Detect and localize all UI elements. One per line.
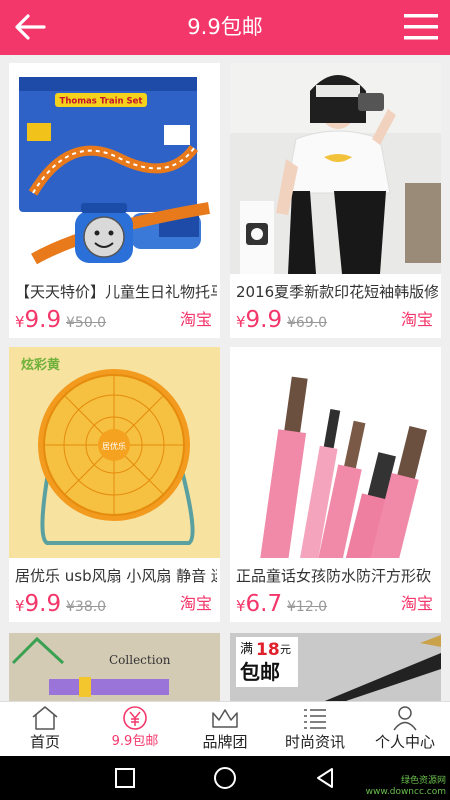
product-card-partial[interactable]: Collection (9, 633, 220, 701)
badge-prefix: 满 (240, 642, 253, 657)
tab-home[interactable]: 首页 (0, 702, 90, 757)
tab-label: 首页 (29, 733, 60, 751)
product-name: 2016夏季新款印花短袖韩版修 (236, 283, 438, 301)
platform-tag: 淘宝 (400, 594, 433, 613)
product-price: ¥6.7 (236, 591, 282, 619)
currency-symbol: ¥ (236, 313, 246, 331)
product-image-eyebrow-pencils (230, 347, 441, 558)
currency-symbol: ¥ (15, 597, 25, 615)
product-name: 正品童话女孩防水防汗方形砍 (236, 567, 432, 585)
watermark-line2: www.downcc.com (365, 787, 446, 797)
price-value: 9.9 (24, 591, 62, 617)
original-price: ¥38.0 (66, 599, 107, 615)
crown-icon (212, 709, 238, 728)
train-box-title: Thomas Train Set (60, 97, 143, 107)
product-price: ¥9.9 (236, 307, 282, 335)
watermark-line1: 绿色资源网 (400, 776, 446, 786)
product-card-partial[interactable]: 满 18 元 包邮 (230, 633, 441, 701)
badge-number: 18 (256, 640, 280, 660)
product-price: ¥9.9 (15, 307, 61, 335)
screen: 9.9包邮 Thomas Train Set 【天天特价】儿童生日礼物托 ¥9.… (0, 0, 450, 800)
tab-free-shipping[interactable]: 9.9包邮 (90, 702, 180, 757)
price-value: 6.7 (245, 591, 283, 617)
bottom-tab-bar: 首页 9.9包邮 品牌团 时尚资讯 个人中心 (0, 701, 450, 756)
collection-text: Collection (109, 653, 171, 667)
product-image-tshirt (230, 63, 441, 274)
hamburger-menu-icon[interactable] (404, 11, 438, 43)
platform-tag: 淘宝 (400, 310, 433, 329)
badge-main: 包邮 (240, 660, 280, 684)
product-name: 【天天特价】儿童生日礼物托马斯 (15, 283, 217, 301)
tab-label: 个人中心 (374, 733, 435, 751)
page-title: 9.9包邮 (187, 15, 263, 39)
yen-circle-icon (123, 706, 147, 730)
original-price: ¥50.0 (66, 315, 107, 331)
product-image-collection: Collection (9, 633, 220, 701)
original-price: ¥69.0 (287, 315, 328, 331)
product-name: 居优乐 usb风扇 小风扇 静音 迷 (15, 567, 217, 585)
product-card[interactable]: 正品童话女孩防水防汗方形砍 ¥6.7 ¥12.0 淘宝 (230, 347, 441, 622)
home-icon (32, 706, 58, 730)
tab-fashion-news[interactable]: 时尚资讯 (270, 702, 360, 757)
product-image-fan: 炫彩黄 居优乐 (9, 347, 220, 558)
original-price: ¥12.0 (287, 599, 328, 615)
tab-label: 品牌团 (202, 733, 248, 751)
circle-home-icon[interactable] (213, 766, 237, 790)
product-image-free-shipping: 满 18 元 包邮 (230, 633, 441, 701)
tab-label: 时尚资讯 (284, 733, 345, 751)
fan-color-label: 炫彩黄 (21, 357, 60, 373)
product-image-train: Thomas Train Set (9, 63, 220, 274)
tab-personal-center[interactable]: 个人中心 (360, 702, 450, 757)
platform-tag: 淘宝 (179, 594, 212, 613)
person-icon (393, 706, 417, 731)
currency-symbol: ¥ (15, 313, 25, 331)
product-card[interactable]: 炫彩黄 居优乐 居优乐 usb风扇 小风扇 静音 迷 ¥9.9 ¥38.0 淘宝 (9, 347, 220, 622)
currency-symbol: ¥ (236, 597, 246, 615)
product-card[interactable]: Thomas Train Set 【天天特价】儿童生日礼物托马斯 ¥9.9 ¥5… (9, 63, 220, 338)
platform-tag: 淘宝 (179, 310, 212, 329)
fan-brand: 居优乐 (102, 441, 126, 451)
square-recent-icon[interactable] (113, 766, 137, 790)
list-icon (304, 709, 326, 729)
tab-brand-group[interactable]: 品牌团 (180, 702, 270, 757)
tab-label: 9.9包邮 (111, 734, 159, 749)
triangle-back-icon[interactable] (313, 766, 337, 790)
watermark: 绿色资源网 www.downcc.com (366, 776, 446, 798)
badge-unit: 元 (280, 643, 291, 656)
top-bar: 9.9包邮 (0, 0, 450, 55)
price-value: 9.9 (24, 307, 62, 333)
product-grid: Thomas Train Set 【天天特价】儿童生日礼物托马斯 ¥9.9 ¥5… (0, 55, 450, 701)
product-card[interactable]: 2016夏季新款印花短袖韩版修 ¥9.9 ¥69.0 淘宝 (230, 63, 441, 338)
product-price: ¥9.9 (15, 591, 61, 619)
price-value: 9.9 (245, 307, 283, 333)
